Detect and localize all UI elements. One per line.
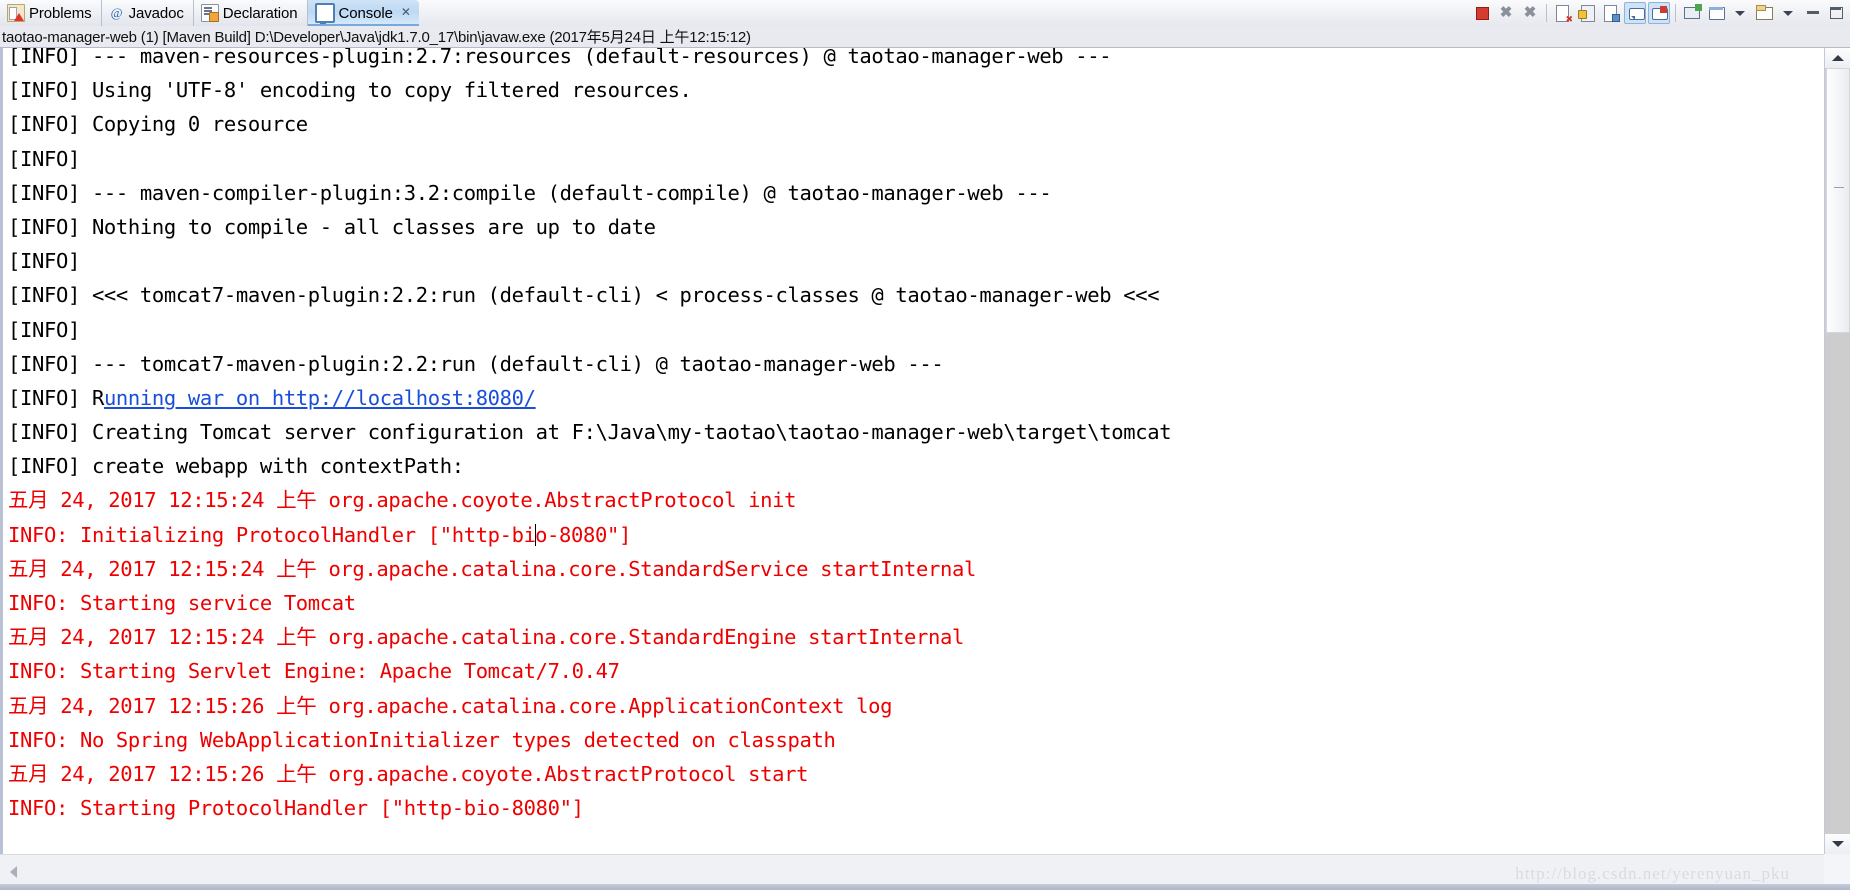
console-line: 五月 24, 2017 12:15:24 上午 org.apache.catal… xyxy=(8,556,977,581)
console-line: [INFO] --- tomcat7-maven-plugin:2.2:run … xyxy=(8,351,944,376)
maximize-button[interactable] xyxy=(1825,2,1847,24)
eclipse-console-view: Problems @ Javadoc Declaration Console ✕… xyxy=(0,0,1850,890)
clear-console-button[interactable] xyxy=(1552,2,1574,24)
console-line: [INFO] Nothing to compile - all classes … xyxy=(8,214,656,239)
console-line: [INFO] --- maven-compiler-plugin:3.2:com… xyxy=(8,180,1052,205)
scroll-left-button[interactable] xyxy=(2,861,24,883)
console-line: [INFO] <<< tomcat7-maven-plugin:2.2:run … xyxy=(8,283,1160,308)
tab-console-label: Console xyxy=(338,4,393,22)
console-line: [INFO] --- maven-resources-plugin:2.7:re… xyxy=(8,48,1112,68)
word-wrap-button[interactable] xyxy=(1600,2,1622,24)
console-toolbar: ✖ ✖ xyxy=(1470,1,1848,25)
scroll-down-button[interactable] xyxy=(1825,834,1850,854)
console-line: 五月 24, 2017 12:15:24 上午 org.apache.catal… xyxy=(8,625,965,650)
javadoc-at-icon: @ xyxy=(110,5,123,20)
tab-problems[interactable]: Problems xyxy=(0,0,102,26)
console-output-area[interactable]: [INFO] --- maven-resources-plugin:2.7:re… xyxy=(0,48,1850,854)
vertical-scrollbar-thumb[interactable] xyxy=(1826,68,1850,333)
localhost-hyperlink[interactable]: unning war on http://localhost:8080/ xyxy=(104,386,536,410)
console-line: [INFO] Using 'UTF-8' encoding to copy fi… xyxy=(8,78,692,103)
chevron-up-icon xyxy=(1832,55,1844,61)
console-line: [INFO] Copying 0 resource xyxy=(8,112,308,137)
minimize-button[interactable] xyxy=(1801,2,1823,24)
tab-problems-label: Problems xyxy=(29,4,92,22)
console-line: [INFO] Creating Tomcat server configurat… xyxy=(8,420,1172,445)
toolbar-separator-1 xyxy=(1546,4,1547,22)
console-monitor-icon xyxy=(314,3,335,25)
console-line: [INFO] xyxy=(8,146,80,171)
console-line-with-caret: INFO: Initializing ProtocolHandler ["htt… xyxy=(8,518,1818,552)
launch-configuration-label: taotao-manager-web (1) [Maven Build] D:\… xyxy=(0,26,1850,48)
console-line: 五月 24, 2017 12:15:26 上午 org.apache.coyot… xyxy=(8,761,809,786)
watermark-text: http://blog.csdn.net/yerenyuan_pku xyxy=(1515,864,1790,883)
remove-all-terminated-button[interactable]: ✖ xyxy=(1519,2,1541,24)
scroll-lock-button[interactable] xyxy=(1576,2,1598,24)
close-icon[interactable]: ✕ xyxy=(400,6,412,18)
display-selected-console-menu[interactable] xyxy=(1729,2,1751,24)
tab-console[interactable]: Console ✕ xyxy=(307,0,420,26)
console-line: INFO: Starting service Tomcat xyxy=(8,591,356,615)
console-line: [INFO] create webapp with contextPath: xyxy=(8,454,464,479)
console-line: [INFO] xyxy=(8,317,80,342)
window-bottom-border xyxy=(0,884,1850,890)
toolbar-separator-2 xyxy=(1675,4,1676,22)
chevron-down-icon xyxy=(1832,841,1844,847)
view-tab-strip: Problems @ Javadoc Declaration Console ✕… xyxy=(0,0,1850,27)
console-line: [INFO] xyxy=(8,249,80,274)
console-line-with-link: [INFO] Running war on http://localhost:8… xyxy=(8,381,1818,415)
console-line-prefix: [INFO] R xyxy=(8,385,104,410)
console-line-post-caret: o-8080"] xyxy=(535,522,631,547)
scroll-up-button[interactable] xyxy=(1825,48,1850,68)
console-text: [INFO] --- maven-resources-plugin:2.7:re… xyxy=(3,48,1818,825)
console-line: INFO: Starting ProtocolHandler ["http-bi… xyxy=(8,796,584,821)
tab-declaration[interactable]: Declaration xyxy=(193,0,308,26)
console-line: 五月 24, 2017 12:15:24 上午 org.apache.coyot… xyxy=(8,488,797,513)
show-console-on-error-button[interactable] xyxy=(1648,2,1670,24)
display-selected-console-button[interactable] xyxy=(1705,2,1727,24)
tab-javadoc-label: Javadoc xyxy=(128,4,184,22)
view-tabs: Problems @ Javadoc Declaration Console ✕ xyxy=(0,0,420,26)
pin-console-button[interactable] xyxy=(1681,2,1703,24)
open-console-menu[interactable] xyxy=(1777,2,1799,24)
remove-launch-button[interactable]: ✖ xyxy=(1495,2,1517,24)
show-console-on-output-button[interactable] xyxy=(1624,2,1646,24)
terminate-button[interactable] xyxy=(1471,2,1493,24)
open-console-button[interactable] xyxy=(1753,2,1775,24)
console-line: INFO: Starting Servlet Engine: Apache To… xyxy=(8,659,620,684)
problems-icon xyxy=(7,4,25,22)
scrollbar-grip-icon xyxy=(1834,187,1844,188)
vertical-scrollbar[interactable] xyxy=(1824,48,1850,854)
tab-javadoc[interactable]: @ Javadoc xyxy=(101,0,194,26)
console-line: 五月 24, 2017 12:15:26 上午 org.apache.catal… xyxy=(8,693,893,718)
console-line-pre-caret: INFO: Initializing ProtocolHandler ["htt… xyxy=(8,522,536,547)
declaration-icon xyxy=(200,4,219,22)
chevron-left-icon xyxy=(9,866,17,878)
console-line: INFO: No Spring WebApplicationInitialize… xyxy=(8,727,836,752)
tab-declaration-label: Declaration xyxy=(222,4,298,22)
